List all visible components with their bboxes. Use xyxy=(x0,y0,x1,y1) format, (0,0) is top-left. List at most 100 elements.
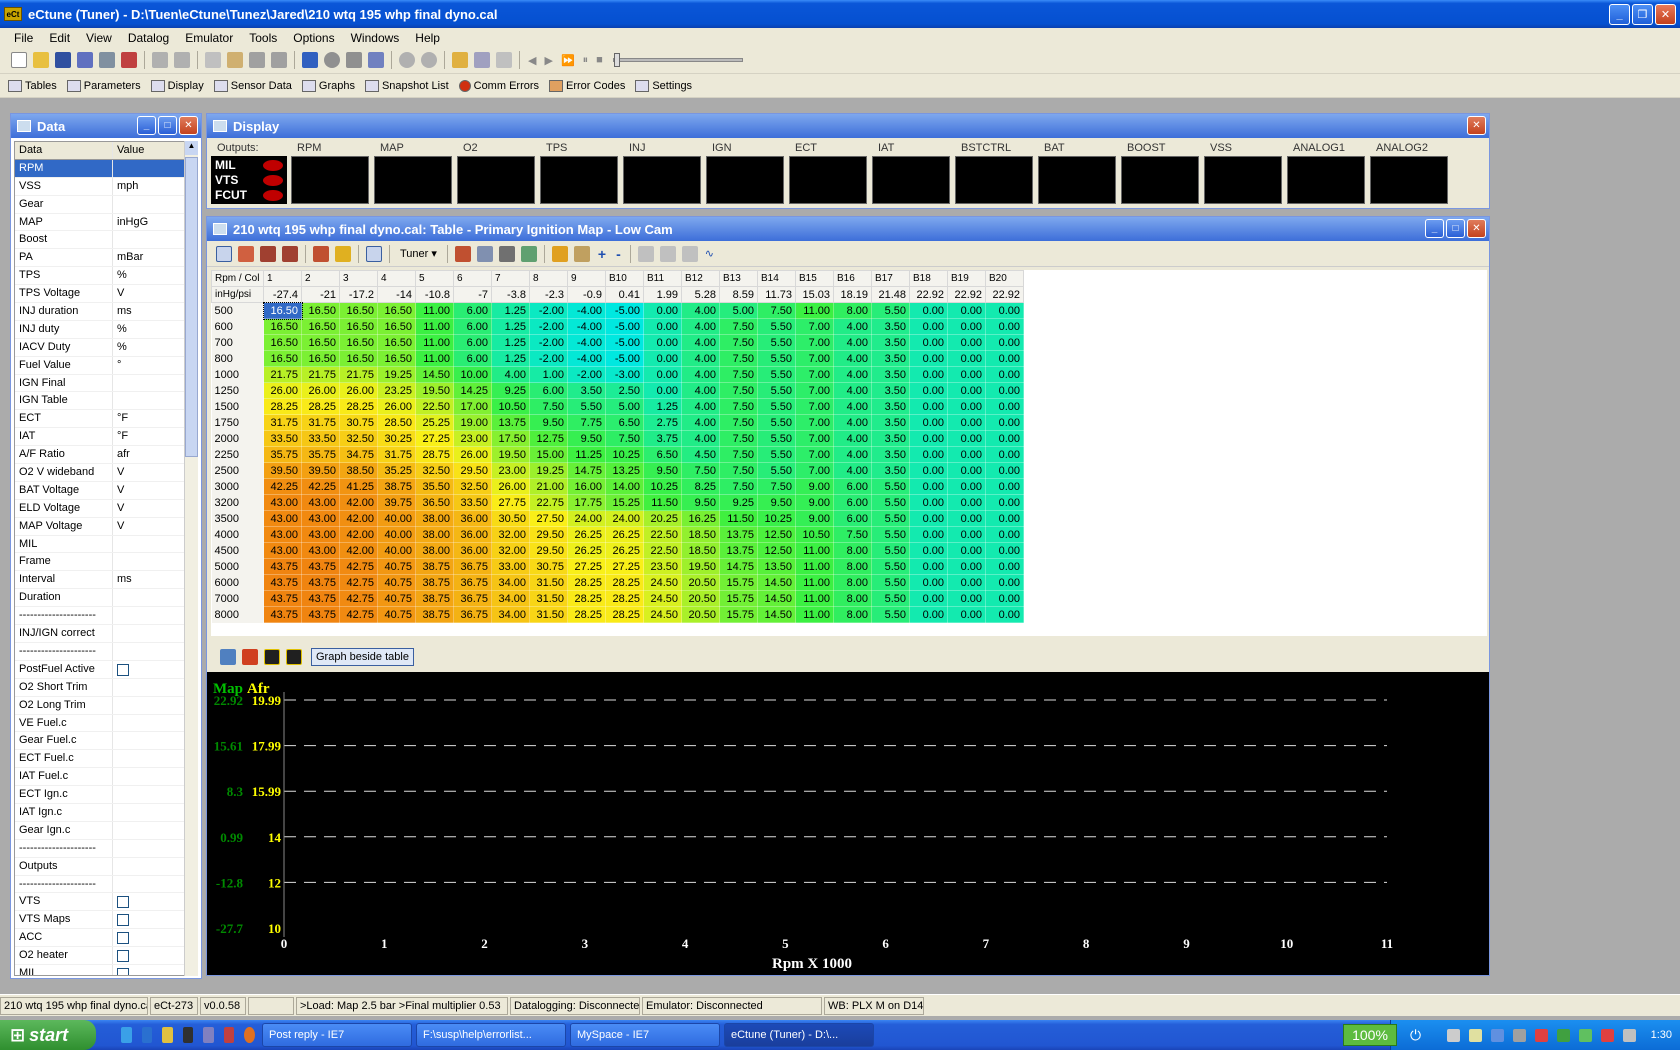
map-cell[interactable]: 31.50 xyxy=(529,606,568,623)
map-cell[interactable]: 5.50 xyxy=(871,510,910,527)
map-cell[interactable]: 7.50 xyxy=(529,398,568,415)
map-cell[interactable]: 7.50 xyxy=(719,478,758,495)
map-cell[interactable]: 36.00 xyxy=(453,542,492,559)
map-cell[interactable]: 7.00 xyxy=(795,366,834,383)
map-cell[interactable]: 26.25 xyxy=(567,526,606,543)
map-cell[interactable]: 40.00 xyxy=(377,510,416,527)
tray-icon-6[interactable] xyxy=(1578,1028,1592,1042)
rpm-row-header[interactable]: 3500 xyxy=(211,510,264,527)
map-cell[interactable]: 0.00 xyxy=(909,414,948,431)
map-cell[interactable]: 35.25 xyxy=(377,462,416,479)
map-cell[interactable]: 0.00 xyxy=(947,510,986,527)
map-cell[interactable]: 0.00 xyxy=(909,542,948,559)
folder-icon[interactable] xyxy=(162,1027,173,1043)
map-cell[interactable]: -2.00 xyxy=(529,334,568,351)
load-value[interactable]: 5.28 xyxy=(681,286,720,303)
map-cell[interactable]: 35.50 xyxy=(415,478,454,495)
map-cell[interactable]: 4.00 xyxy=(833,366,872,383)
rpm-row-header[interactable]: 7000 xyxy=(211,590,264,607)
map-cell[interactable]: 3.50 xyxy=(871,366,910,383)
map-cell[interactable]: 9.25 xyxy=(719,494,758,511)
map-cell[interactable]: 12.50 xyxy=(757,542,796,559)
map-cell[interactable]: 34.00 xyxy=(491,590,530,607)
map-cell[interactable]: 4.00 xyxy=(833,350,872,367)
map-cell[interactable]: 28.25 xyxy=(339,398,378,415)
map-cell[interactable]: 42.00 xyxy=(339,494,378,511)
data-row[interactable]: Duration xyxy=(15,589,185,608)
load-value[interactable]: -7 xyxy=(453,286,492,303)
map-cell[interactable]: 11.25 xyxy=(567,446,606,463)
data-row[interactable]: MIL xyxy=(15,535,185,554)
map-cell[interactable]: 5.50 xyxy=(757,334,796,351)
map-cell[interactable]: 0.00 xyxy=(947,542,986,559)
map-cell[interactable]: 5.50 xyxy=(757,462,796,479)
data-row[interactable]: TPS% xyxy=(15,267,185,286)
map-cell[interactable]: 4.00 xyxy=(833,334,872,351)
sensor-data-list[interactable]: Data Value RPM VSS mph Gear MAP inHgG Boost PA m… xyxy=(14,141,186,976)
map-cell[interactable]: 30.25 xyxy=(377,430,416,447)
map-cell[interactable]: 4.00 xyxy=(833,382,872,399)
data-row[interactable]: O2 heater xyxy=(15,947,185,965)
map-cell[interactable]: 39.50 xyxy=(263,462,302,479)
map-cell[interactable]: 0.00 xyxy=(985,414,1024,431)
map-cell[interactable]: 41.25 xyxy=(339,478,378,495)
data-row[interactable]: Frame xyxy=(15,553,185,572)
map-cell[interactable]: 5.50 xyxy=(757,350,796,367)
map-cell[interactable]: 0.00 xyxy=(985,542,1024,559)
map-cell[interactable]: 13.75 xyxy=(491,414,530,431)
map-cell[interactable]: 0.00 xyxy=(947,526,986,543)
map-cell[interactable]: 0.00 xyxy=(947,334,986,351)
network-icon[interactable] xyxy=(1446,1028,1460,1042)
map-cell[interactable]: 0.00 xyxy=(985,590,1024,607)
load-value[interactable]: 8.59 xyxy=(719,286,758,303)
trace-icon[interactable] xyxy=(313,245,329,262)
map-cell[interactable]: 29.50 xyxy=(529,542,568,559)
map-cell[interactable]: 0.00 xyxy=(985,350,1024,367)
map-cell[interactable]: 36.75 xyxy=(453,558,492,575)
map-cell[interactable]: 3.50 xyxy=(871,318,910,335)
map-cell[interactable]: 7.00 xyxy=(795,382,834,399)
data-list-scrollbar[interactable]: ▲ xyxy=(184,141,198,976)
map-cell[interactable]: 5.00 xyxy=(719,302,758,319)
data-row[interactable]: ELD Voltage V xyxy=(15,499,185,518)
column-header[interactable]: 3 xyxy=(339,270,378,287)
graph-2d-icon[interactable] xyxy=(220,649,236,665)
map-cell[interactable]: 10.00 xyxy=(453,366,492,383)
map-cell[interactable]: 0.00 xyxy=(909,446,948,463)
table-maximize-button[interactable]: □ xyxy=(1446,219,1465,238)
parameters-button[interactable]: Parameters xyxy=(66,79,141,92)
ignition-map-grid[interactable]: Rpm / Col 1 2 3 4 5 6 7 8 9 B10 B11 B12 B13 B14 B15 B16… xyxy=(211,270,1024,623)
map-cell[interactable]: 43.75 xyxy=(301,606,340,623)
burn-chip-icon[interactable] xyxy=(99,52,115,68)
map-cell[interactable]: -5.00 xyxy=(605,334,644,351)
gauge-analog1[interactable]: ANALOG1 xyxy=(1287,142,1365,204)
map-cell[interactable]: 0.00 xyxy=(909,558,948,575)
map-cell[interactable]: 4.00 xyxy=(833,446,872,463)
load-value[interactable]: -17.2 xyxy=(339,286,378,303)
firefox-icon[interactable] xyxy=(244,1027,256,1043)
data-row-checkbox[interactable] xyxy=(117,914,129,927)
load-value[interactable]: 18.19 xyxy=(833,286,872,303)
map-cell[interactable]: 24.50 xyxy=(643,590,682,607)
map-cell[interactable]: 0.00 xyxy=(909,510,948,527)
map-cell[interactable]: 11.50 xyxy=(719,510,758,527)
load-value[interactable]: 11.73 xyxy=(757,286,796,303)
filter-icon[interactable] xyxy=(498,245,515,262)
map-cell[interactable]: 16.50 xyxy=(377,334,416,351)
map-cell[interactable]: 0.00 xyxy=(985,606,1024,623)
map-cell[interactable]: 3.50 xyxy=(871,414,910,431)
zoom-indicator[interactable]: 100% xyxy=(1343,1024,1397,1046)
map-cell[interactable]: 3.50 xyxy=(871,446,910,463)
map-cell[interactable]: 20.50 xyxy=(681,606,720,623)
rpm-row-header[interactable]: 1250 xyxy=(211,382,264,399)
map-cell[interactable]: -4.00 xyxy=(567,350,606,367)
connect-icon[interactable] xyxy=(302,52,318,68)
map-cell[interactable]: 6.00 xyxy=(833,478,872,495)
map-cell[interactable]: 16.50 xyxy=(339,350,378,367)
display-button[interactable]: Display xyxy=(150,79,204,92)
map-cell[interactable]: 31.50 xyxy=(529,590,568,607)
map-cell[interactable]: 7.00 xyxy=(795,430,834,447)
tray-icon-1[interactable] xyxy=(1468,1028,1482,1042)
map-cell[interactable]: 19.50 xyxy=(415,382,454,399)
map-cell[interactable]: 43.75 xyxy=(301,574,340,591)
